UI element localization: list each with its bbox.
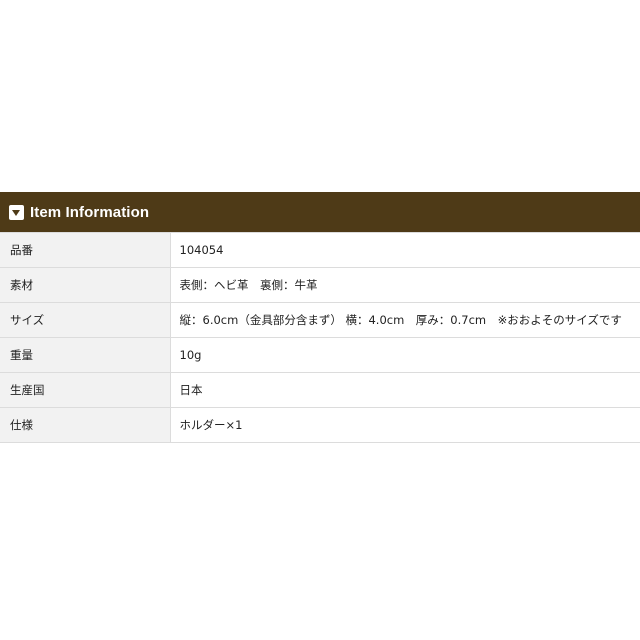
section-header: Item Information [0, 192, 640, 232]
row-value-product-number: 104054 [170, 232, 640, 268]
row-value-material: 表側：ヘビ革 裏側：牛革 [170, 267, 640, 303]
row-value-country: 日本 [170, 372, 640, 408]
item-info-table: 品番 104054 素材 表側：ヘビ革 裏側：牛革 サイズ 縦：6.0cm（金具… [0, 232, 640, 443]
row-value-weight: 10g [170, 337, 640, 373]
row-label-material: 素材 [0, 267, 171, 303]
row-value-specification: ホルダー×1 [170, 407, 640, 443]
section-title: Item Information [30, 203, 150, 221]
row-label-size: サイズ [0, 302, 171, 338]
row-label-weight: 重量 [0, 337, 171, 373]
table-row: 生産国 日本 [0, 372, 640, 408]
table-row: 仕様 ホルダー×1 [0, 407, 640, 443]
table-row: サイズ 縦：6.0cm（金具部分含まず） 横：4.0cm 厚み：0.7cm ※お… [0, 302, 640, 338]
row-value-size: 縦：6.0cm（金具部分含まず） 横：4.0cm 厚み：0.7cm ※おおよその… [170, 302, 640, 338]
table-row: 素材 表側：ヘビ革 裏側：牛革 [0, 267, 640, 303]
row-label-product-number: 品番 [0, 232, 171, 268]
row-label-specification: 仕様 [0, 407, 171, 443]
item-information-panel: Item Information 品番 104054 素材 表側：ヘビ革 裏側：… [0, 192, 640, 443]
caret-down-square-icon [9, 204, 24, 220]
table-row: 品番 104054 [0, 232, 640, 268]
table-row: 重量 10g [0, 337, 640, 373]
row-label-country: 生産国 [0, 372, 171, 408]
